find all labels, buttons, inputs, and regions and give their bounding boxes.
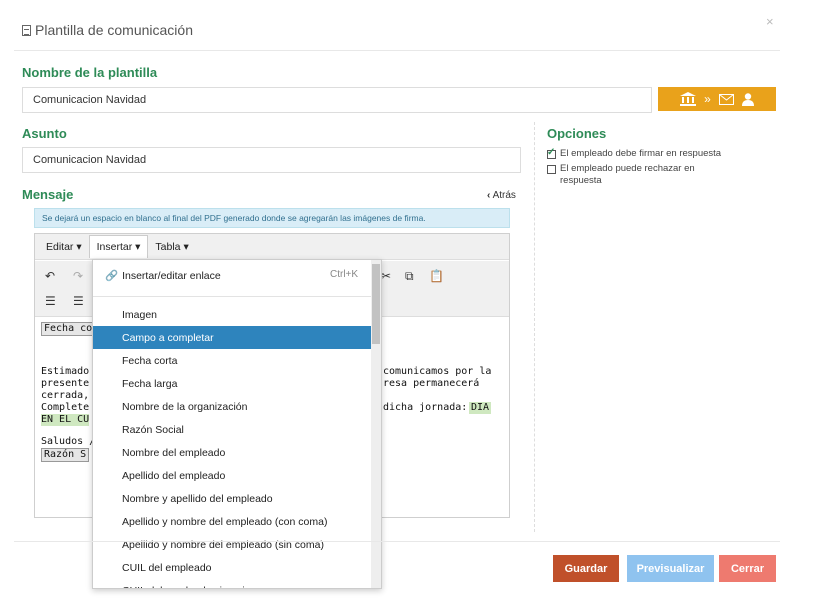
- content-line: comunicamos por la: [383, 366, 492, 377]
- menu-item-highlighted[interactable]: Campo a completar: [93, 326, 373, 349]
- menu-item[interactable]: Apellido y nombre del empleado (con coma…: [93, 510, 373, 533]
- subject-input[interactable]: Comunicacion Navidad: [22, 147, 521, 173]
- signature-info-alert: Se dejará un espacio en blanco al final …: [34, 208, 510, 228]
- option-can-reject[interactable]: El empleado puede rechazar en respuesta: [547, 163, 737, 187]
- copy-icon[interactable]: ⧉: [405, 269, 414, 284]
- preview-button[interactable]: Previsualizar: [627, 555, 714, 582]
- document-icon: [22, 24, 31, 36]
- company-field-chip: Razón S: [41, 448, 90, 462]
- back-link[interactable]: ‹ Atrás: [487, 190, 516, 201]
- menu-item[interactable]: Razón Social: [93, 418, 373, 441]
- fill-field-chip: EN EL CU: [41, 414, 90, 426]
- content-line: cerrada,: [41, 390, 90, 401]
- fill-field-chip: DIA: [469, 402, 492, 414]
- header-divider: [14, 50, 780, 51]
- modal-title: Plantilla de comunicación: [22, 22, 193, 38]
- template-actions-button[interactable]: »: [658, 87, 776, 111]
- content-line: Saludos /: [41, 436, 96, 447]
- checkbox-unchecked-icon[interactable]: [547, 165, 556, 174]
- menu-item[interactable]: Nombre del empleado: [93, 441, 373, 464]
- content-line: Estimado: [41, 366, 90, 377]
- checkbox-checked-icon[interactable]: [547, 147, 556, 159]
- template-name-input[interactable]: Comunicacion Navidad: [22, 87, 652, 113]
- cut-icon[interactable]: ✂: [381, 269, 391, 283]
- menu-item[interactable]: CUIL del empleado: [93, 556, 373, 579]
- menu-item[interactable]: Imagen: [93, 303, 373, 326]
- content-line: Complete: [41, 402, 90, 413]
- menu-item[interactable]: Fecha larga: [93, 372, 373, 395]
- insert-menu-dropdown: 🔗 Insertar/editar enlace Ctrl+K Imagen C…: [92, 259, 382, 589]
- undo-icon[interactable]: ↶: [45, 269, 55, 283]
- footer-divider: [14, 541, 780, 542]
- menu-insertar[interactable]: Insertar ▾: [88, 235, 149, 258]
- menu-item[interactable]: Apellido y nombre del empleado (sin coma…: [93, 533, 373, 556]
- align-left-icon[interactable]: ☰: [45, 294, 56, 308]
- menu-item[interactable]: Nombre de la organización: [93, 395, 373, 418]
- menu-scrollbar[interactable]: [371, 260, 381, 588]
- message-label: Mensaje: [22, 187, 74, 202]
- menu-scrollbar-thumb[interactable]: [372, 264, 380, 344]
- menu-item[interactable]: Apellido del empleado: [93, 464, 373, 487]
- close-button[interactable]: Cerrar: [719, 555, 776, 582]
- align-center-icon[interactable]: ☰: [73, 294, 84, 308]
- options-title: Opciones: [547, 126, 607, 141]
- option-can-reject-label: El empleado puede rechazar en respuesta: [560, 163, 695, 186]
- save-button[interactable]: Guardar: [553, 555, 619, 582]
- menu-item[interactable]: Nombre y apellido del empleado: [93, 487, 373, 510]
- content-line: resa permanecerá: [383, 378, 480, 389]
- insert-link-label: Insertar/editar enlace: [122, 269, 221, 282]
- double-chevron-right-icon: »: [704, 92, 711, 106]
- option-must-sign[interactable]: El empleado debe firmar en respuesta: [547, 147, 757, 160]
- link-icon: 🔗: [105, 270, 119, 282]
- editor-menubar: Editar ▾ Insertar ▾ Tabla ▾: [35, 234, 509, 260]
- close-icon[interactable]: ×: [766, 14, 774, 29]
- user-icon: [741, 92, 754, 106]
- chevron-left-icon: ‹: [487, 190, 491, 201]
- menu-editar[interactable]: Editar ▾: [39, 236, 89, 258]
- redo-icon[interactable]: ↷: [73, 269, 83, 283]
- insert-link-item[interactable]: 🔗 Insertar/editar enlace: [105, 269, 221, 283]
- paste-icon[interactable]: 📋: [429, 269, 444, 283]
- menu-tabla[interactable]: Tabla ▾: [148, 236, 195, 258]
- insert-link-shortcut: Ctrl+K: [330, 269, 359, 280]
- modal-title-text: Plantilla de comunicación: [35, 22, 193, 38]
- menu-divider: [93, 296, 371, 297]
- menu-item[interactable]: Fecha corta: [93, 349, 373, 372]
- subject-label: Asunto: [22, 126, 67, 141]
- bank-icon: [680, 92, 697, 106]
- template-name-label: Nombre de la plantilla: [22, 65, 158, 80]
- content-line: dicha jornada:: [383, 402, 468, 413]
- back-link-label: Atrás: [492, 190, 516, 201]
- date-field-chip: Fecha co: [41, 322, 96, 336]
- content-line: presente: [41, 378, 90, 389]
- envelope-icon: [718, 93, 734, 105]
- menu-item[interactable]: CUIL del empleado sin guiones: [93, 579, 373, 589]
- options-divider: [534, 122, 535, 532]
- option-must-sign-label: El empleado debe firmar en respuesta: [560, 148, 722, 159]
